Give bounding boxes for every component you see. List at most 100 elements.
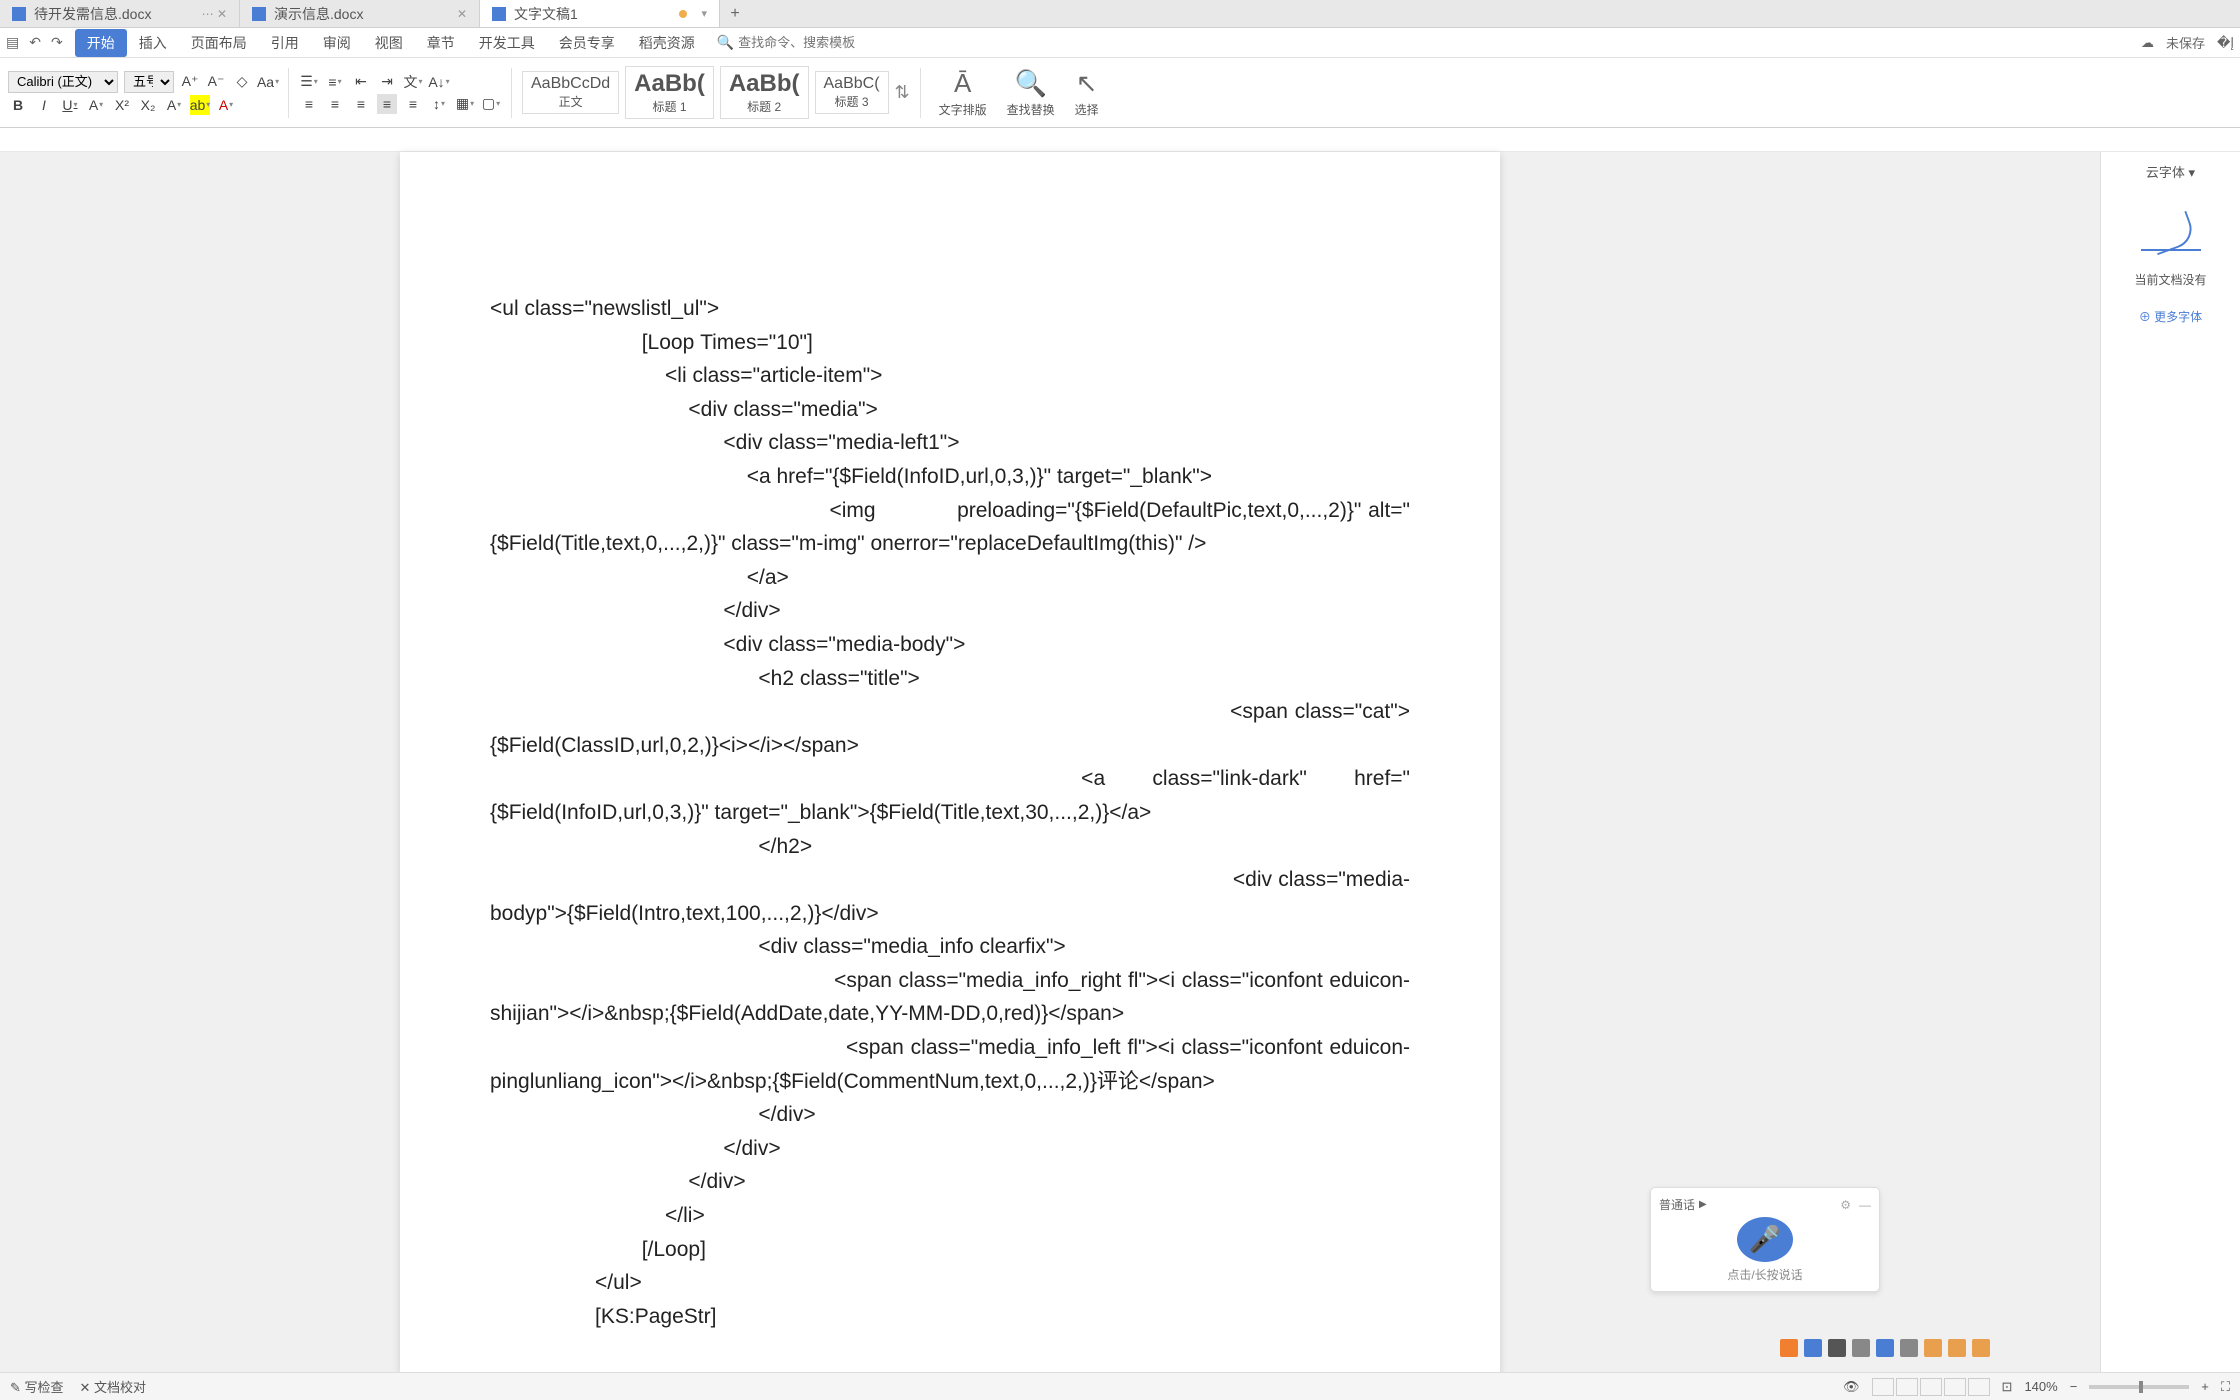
tab-doc-2[interactable]: 演示信息.docx ✕	[240, 0, 480, 27]
zoom-level[interactable]: 140%	[2024, 1379, 2057, 1394]
tool-icon-3[interactable]	[1828, 1339, 1846, 1357]
clear-format-icon[interactable]: ◇	[232, 72, 252, 92]
signature-icon	[2141, 201, 2201, 251]
ribbon-tab-member[interactable]: 会员专享	[547, 29, 627, 57]
document-page[interactable]: <ul class="newslistl_ul"> [Loop Times="1…	[400, 152, 1500, 1372]
line-spacing-button[interactable]: ↕	[429, 94, 449, 114]
highlight-button[interactable]: ab	[190, 95, 210, 115]
voice-record-button[interactable]: 🎤	[1737, 1217, 1793, 1262]
tool-icon-8[interactable]	[1948, 1339, 1966, 1357]
ribbon-tab-resources[interactable]: 稻壳资源	[627, 29, 707, 57]
zoom-slider[interactable]	[2089, 1385, 2189, 1389]
cloud-icon[interactable]: ☁	[2141, 35, 2154, 51]
more-fonts-link[interactable]: ⊕ 更多字体	[2139, 308, 2202, 325]
ribbon-tab-start[interactable]: 开始	[75, 29, 127, 57]
view-page-button[interactable]	[1872, 1378, 1894, 1396]
style-normal[interactable]: AaBbCcDd正文	[522, 71, 619, 114]
superscript-button[interactable]: X²	[112, 95, 132, 115]
view-web-button[interactable]	[1920, 1378, 1942, 1396]
tool-icon-2[interactable]	[1804, 1339, 1822, 1357]
ribbon-tab-insert[interactable]: 插入	[127, 29, 179, 57]
voice-language[interactable]: 普通话	[1659, 1196, 1695, 1213]
zoom-in-button[interactable]: +	[2201, 1379, 2209, 1394]
tool-icon-9[interactable]	[1972, 1339, 1990, 1357]
style-more-icon[interactable]: ⇅	[895, 82, 910, 103]
document-content[interactable]: <ul class="newslistl_ul"> [Loop Times="1…	[490, 292, 1410, 1333]
font-size-select[interactable]: 五号	[124, 71, 174, 93]
bold-button[interactable]: B	[8, 95, 28, 115]
bullets-button[interactable]: ☰	[299, 72, 319, 92]
share-icon[interactable]: �إ	[2217, 35, 2234, 51]
panel-message: 当前文档没有	[2134, 271, 2206, 288]
close-icon[interactable]: ⋯ ✕	[202, 7, 227, 21]
text-direction-button[interactable]: 文	[403, 72, 423, 92]
cloud-font-dropdown[interactable]: 云字体 ▾	[2146, 162, 2195, 181]
subscript-button[interactable]: X₂	[138, 95, 158, 115]
zoom-out-button[interactable]: −	[2070, 1379, 2078, 1394]
horizontal-ruler[interactable]	[0, 128, 2240, 152]
style-heading3[interactable]: AaBbC(标题 3	[815, 71, 889, 114]
align-justify-button[interactable]: ≡	[377, 94, 397, 114]
eye-icon[interactable]: 👁	[1843, 1379, 1860, 1395]
undo-icon[interactable]: ↶	[29, 34, 41, 51]
font-color-button[interactable]: A	[216, 95, 236, 115]
gear-icon[interactable]: ⚙	[1840, 1198, 1851, 1212]
distribute-button[interactable]: ≡	[403, 94, 423, 114]
align-center-button[interactable]: ≡	[325, 94, 345, 114]
ribbon-tab-review[interactable]: 审阅	[311, 29, 363, 57]
chevron-right-icon[interactable]: ▶	[1699, 1199, 1707, 1210]
style-heading1[interactable]: AaBb(标题 1	[625, 66, 714, 119]
view-outline-button[interactable]	[1896, 1378, 1918, 1396]
italic-button[interactable]: I	[34, 95, 54, 115]
shading-button[interactable]: ▦	[455, 94, 475, 114]
align-right-button[interactable]: ≡	[351, 94, 371, 114]
sort-button[interactable]: A↓	[429, 72, 449, 92]
shrink-font-icon[interactable]: A⁻	[206, 72, 226, 92]
spell-check-status[interactable]: ✎ 写检查	[10, 1377, 64, 1396]
minimize-icon[interactable]: —	[1859, 1198, 1871, 1212]
font-group: Calibri (正文) 五号 A⁺ A⁻ ◇ Aa B I U A X² X₂…	[8, 71, 278, 115]
close-icon[interactable]: ✕	[457, 7, 467, 21]
proofing-status[interactable]: ✕ 文档校对	[80, 1377, 147, 1396]
text-layout-button[interactable]: Ā文字排版	[931, 68, 995, 118]
tool-icon-6[interactable]	[1900, 1339, 1918, 1357]
ribbon-tab-references[interactable]: 引用	[259, 29, 311, 57]
tab-doc-1[interactable]: 待开发需信息.docx ⋯ ✕	[0, 0, 240, 27]
ribbon-tab-section[interactable]: 章节	[415, 29, 467, 57]
strikethrough-button[interactable]: A	[86, 95, 106, 115]
styles-gallery[interactable]: AaBbCcDd正文 AaBb(标题 1 AaBb(标题 2 AaBbC(标题 …	[522, 66, 910, 119]
increase-indent-button[interactable]: ⇥	[377, 72, 397, 92]
ribbon-tab-pagelayout[interactable]: 页面布局	[179, 29, 259, 57]
change-case-icon[interactable]: Aa	[258, 72, 278, 92]
view-focus-button[interactable]	[1968, 1378, 1990, 1396]
find-replace-button[interactable]: 🔍查找替换	[999, 68, 1063, 118]
grow-font-icon[interactable]: A⁺	[180, 72, 200, 92]
tool-icon-7[interactable]	[1924, 1339, 1942, 1357]
font-name-select[interactable]: Calibri (正文)	[8, 71, 118, 93]
style-heading2[interactable]: AaBb(标题 2	[720, 66, 809, 119]
tool-icon-1[interactable]	[1780, 1339, 1798, 1357]
command-search[interactable]: 🔍	[717, 34, 858, 51]
select-button[interactable]: ↖选择	[1067, 68, 1107, 118]
search-input[interactable]	[738, 35, 858, 50]
borders-button[interactable]: ▢	[481, 94, 501, 114]
ribbon-tab-devtools[interactable]: 开发工具	[467, 29, 547, 57]
align-left-button[interactable]: ≡	[299, 94, 319, 114]
fullscreen-icon[interactable]: ⛶	[2221, 1379, 2230, 1395]
ribbon-tab-view[interactable]: 视图	[363, 29, 415, 57]
tool-icon-4[interactable]	[1852, 1339, 1870, 1357]
redo-icon[interactable]: ↷	[51, 34, 63, 51]
document-area: <ul class="newslistl_ul"> [Loop Times="1…	[0, 152, 2240, 1372]
tab-menu-icon[interactable]: ▾	[701, 7, 707, 20]
underline-button[interactable]: U	[60, 95, 80, 115]
add-tab-button[interactable]: +	[720, 0, 750, 27]
fit-icon[interactable]: ⊡	[2002, 1379, 2013, 1395]
save-icon[interactable]: ▤	[6, 34, 19, 51]
text-effects-button[interactable]: A	[164, 95, 184, 115]
tab-doc-3[interactable]: 文字文稿1 ▾	[480, 0, 720, 27]
numbering-button[interactable]: ≡	[325, 72, 345, 92]
voice-input-panel: 普通话 ▶ ⚙ — 🎤 点击/长按说话	[1650, 1187, 1880, 1292]
view-read-button[interactable]	[1944, 1378, 1966, 1396]
decrease-indent-button[interactable]: ⇤	[351, 72, 371, 92]
tool-icon-5[interactable]	[1876, 1339, 1894, 1357]
